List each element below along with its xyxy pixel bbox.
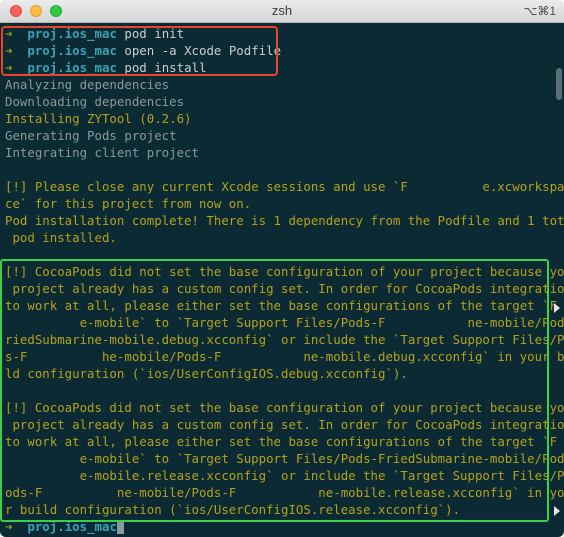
scrollbar-thumb[interactable]	[556, 68, 562, 100]
terminal-window: zsh ⌥⌘1 ➜ proj.ios_mac pod init ➜ proj.i…	[0, 0, 564, 537]
output-line: Analyzing dependencies	[5, 77, 170, 92]
line-overflow-marker-icon	[554, 506, 560, 516]
commands-highlight-box	[1, 26, 278, 76]
window-shortcut: ⌥⌘1	[523, 4, 556, 18]
output-line: Downloading dependencies	[5, 94, 185, 109]
window-title: zsh	[271, 3, 293, 18]
text-cursor	[117, 520, 124, 534]
line-overflow-marker-icon	[554, 303, 560, 313]
output-line: Pod installation complete! There is 1 de…	[5, 213, 564, 228]
warnings-highlight-box	[0, 259, 549, 522]
output-line: ce` for this project from now on.	[5, 196, 252, 211]
title-bar: zsh ⌥⌘1	[0, 0, 564, 23]
output-line: pod installed.	[5, 230, 117, 245]
output-line: Generating Pods project	[5, 128, 177, 143]
output-line: Installing ZYTool (0.2.6)	[5, 111, 192, 126]
output-line: Integrating client project	[5, 145, 199, 160]
output-line: [!] Please close any current Xcode sessi…	[5, 179, 564, 194]
terminal-content[interactable]: ➜ proj.ios_mac pod init ➜ proj.ios_mac o…	[0, 23, 564, 537]
